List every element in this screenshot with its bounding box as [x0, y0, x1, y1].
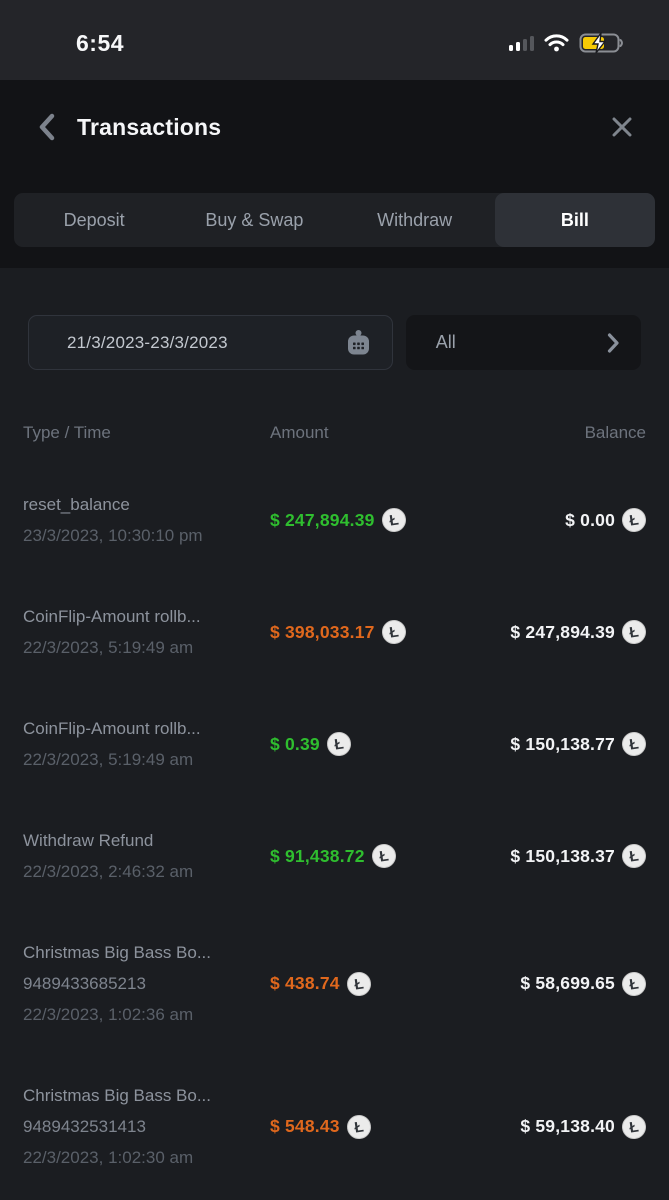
col-header-amount: Amount — [270, 423, 585, 443]
date-range-input[interactable]: 21/3/2023-23/3/2023 — [28, 315, 393, 370]
litecoin-coin-icon: Ł — [620, 618, 647, 645]
tab-bill[interactable]: Bill — [495, 193, 655, 247]
category-select-value: All — [436, 332, 607, 353]
transaction-row: CoinFlip-Amount rollb... 22/3/2023, 5:19… — [23, 601, 646, 663]
transaction-balance: $ 59,138.40 — [520, 1116, 615, 1137]
transaction-tabs: Deposit Buy & Swap Withdraw Bill — [14, 193, 655, 247]
litecoin-coin-icon: Ł — [620, 1113, 647, 1140]
transaction-row: Christmas Big Bass Bo... 9489433685213 2… — [23, 937, 646, 1030]
tab-deposit[interactable]: Deposit — [14, 193, 174, 247]
litecoin-coin-icon: Ł — [345, 970, 372, 997]
transaction-type: Withdraw Refund — [23, 825, 270, 856]
type-time-cell: CoinFlip-Amount rollb... 22/3/2023, 5:19… — [23, 713, 270, 775]
tab-withdraw[interactable]: Withdraw — [335, 193, 495, 247]
amount-cell: $ 438.74 Ł — [270, 972, 520, 996]
balance-cell: $ 150,138.77 Ł — [510, 732, 646, 756]
balance-cell: $ 0.00 Ł — [565, 508, 646, 532]
litecoin-coin-icon: Ł — [345, 1113, 372, 1140]
transaction-amount: $ 91,438.72 — [270, 846, 365, 867]
filters-row: 21/3/2023-23/3/2023 All — [28, 315, 641, 370]
type-time-cell: Christmas Big Bass Bo... 9489433685213 2… — [23, 937, 270, 1030]
litecoin-coin-icon: Ł — [370, 842, 397, 869]
transaction-type: Christmas Big Bass Bo... — [23, 1080, 270, 1111]
bill-content: 21/3/2023-23/3/2023 All — [0, 268, 669, 1200]
transaction-balance: $ 58,699.65 — [520, 973, 615, 994]
transaction-balance: $ 150,138.77 — [510, 734, 615, 755]
litecoin-coin-icon: Ł — [620, 970, 647, 997]
status-icons — [509, 32, 626, 54]
litecoin-coin-icon: Ł — [380, 506, 407, 533]
transaction-type: reset_balance — [23, 489, 270, 520]
transaction-time: 22/3/2023, 1:02:36 am — [23, 999, 270, 1030]
transaction-id: 9489432531413 — [23, 1111, 270, 1142]
status-bar: 6:54 — [0, 0, 669, 80]
close-icon — [611, 116, 633, 138]
transaction-time: 23/3/2023, 10:30:10 pm — [23, 520, 270, 551]
litecoin-coin-icon: Ł — [380, 618, 407, 645]
calendar-icon — [345, 329, 372, 357]
transaction-time: 22/3/2023, 5:19:49 am — [23, 744, 270, 775]
transaction-type: Christmas Big Bass Bo... — [23, 937, 270, 968]
header: Transactions Deposit Buy & Swap Withdraw… — [0, 80, 669, 268]
balance-cell: $ 59,138.40 Ł — [520, 1115, 646, 1139]
category-select[interactable]: All — [406, 315, 641, 370]
transaction-balance: $ 150,138.37 — [510, 846, 615, 867]
litecoin-coin-icon: Ł — [620, 730, 647, 757]
type-time-cell: CoinFlip-Amount rollb... 22/3/2023, 5:19… — [23, 601, 270, 663]
col-header-type-time: Type / Time — [23, 423, 270, 443]
chevron-left-icon — [38, 113, 55, 141]
transaction-type: CoinFlip-Amount rollb... — [23, 601, 270, 632]
transaction-amount: $ 548.43 — [270, 1116, 340, 1137]
transaction-amount: $ 0.39 — [270, 734, 320, 755]
battery-icon — [579, 32, 625, 54]
transaction-balance: $ 247,894.39 — [510, 622, 615, 643]
transaction-row: Withdraw Refund 22/3/2023, 2:46:32 am $ … — [23, 825, 646, 887]
col-header-balance: Balance — [585, 423, 646, 443]
type-time-cell: reset_balance 23/3/2023, 10:30:10 pm — [23, 489, 270, 551]
amount-cell: $ 548.43 Ł — [270, 1115, 520, 1139]
table-header: Type / Time Amount Balance — [23, 423, 646, 443]
cellular-signal-icon — [509, 35, 535, 51]
back-button[interactable] — [38, 113, 55, 141]
transaction-time: 22/3/2023, 2:46:32 am — [23, 856, 270, 887]
litecoin-coin-icon: Ł — [325, 730, 352, 757]
transaction-row: CoinFlip-Amount rollb... 22/3/2023, 5:19… — [23, 713, 646, 775]
chevron-right-icon — [607, 333, 619, 353]
type-time-cell: Christmas Big Bass Bo... 9489432531413 2… — [23, 1080, 270, 1173]
transaction-time: 22/3/2023, 1:02:30 am — [23, 1142, 270, 1173]
tab-buy-swap[interactable]: Buy & Swap — [174, 193, 334, 247]
transaction-id: 9489433685213 — [23, 968, 270, 999]
close-button[interactable] — [611, 116, 633, 138]
amount-cell: $ 398,033.17 Ł — [270, 620, 510, 644]
balance-cell: $ 150,138.37 Ł — [510, 844, 646, 868]
amount-cell: $ 91,438.72 Ł — [270, 844, 510, 868]
transaction-type: CoinFlip-Amount rollb... — [23, 713, 270, 744]
transaction-time: 22/3/2023, 5:19:49 am — [23, 632, 270, 663]
wifi-icon — [544, 34, 569, 52]
title-row: Transactions — [0, 80, 669, 146]
amount-cell: $ 0.39 Ł — [270, 732, 510, 756]
status-time: 6:54 — [76, 30, 124, 57]
transaction-row: Christmas Big Bass Bo... 9489432531413 2… — [23, 1080, 646, 1173]
transaction-amount: $ 398,033.17 — [270, 622, 375, 643]
transaction-amount: $ 438.74 — [270, 973, 340, 994]
transaction-row: reset_balance 23/3/2023, 10:30:10 pm $ 2… — [23, 489, 646, 551]
balance-cell: $ 247,894.39 Ł — [510, 620, 646, 644]
date-range-value: 21/3/2023-23/3/2023 — [67, 333, 345, 353]
amount-cell: $ 247,894.39 Ł — [270, 508, 565, 532]
litecoin-coin-icon: Ł — [620, 506, 647, 533]
litecoin-coin-icon: Ł — [620, 842, 647, 869]
transactions-screen: 6:54 — [0, 0, 669, 1200]
page-title: Transactions — [77, 114, 221, 141]
type-time-cell: Withdraw Refund 22/3/2023, 2:46:32 am — [23, 825, 270, 887]
transaction-balance: $ 0.00 — [565, 510, 615, 531]
balance-cell: $ 58,699.65 Ł — [520, 972, 646, 996]
transaction-amount: $ 247,894.39 — [270, 510, 375, 531]
transaction-list: reset_balance 23/3/2023, 10:30:10 pm $ 2… — [23, 489, 646, 1173]
